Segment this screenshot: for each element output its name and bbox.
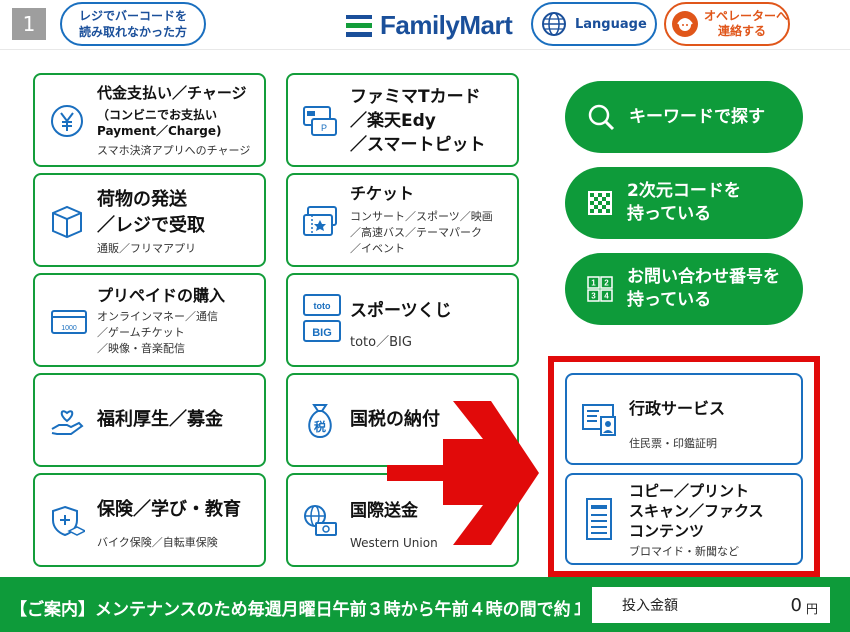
- prepaid-sub1: オンラインマネー／通信: [97, 310, 218, 323]
- operator-icon: [672, 11, 698, 37]
- svg-text:4: 4: [604, 292, 609, 301]
- prepaid-sub2: ／ゲームチケット: [97, 326, 185, 339]
- prepaid-tile[interactable]: 1000 プリペイドの購入 オンラインマネー／通信 ／ゲームチケット ／映像・音…: [33, 273, 266, 367]
- shield-cap-icon: [52, 505, 85, 537]
- ticket-title: チケット: [350, 184, 415, 203]
- amount-label: 投入金額: [622, 598, 678, 614]
- famima-line2: ／楽天Edy: [350, 111, 436, 131]
- language-label: Language: [575, 16, 647, 32]
- ticket-sub3: ／イベント: [350, 242, 405, 255]
- package-icon: [52, 205, 82, 239]
- heart-hand-icon: [51, 410, 84, 435]
- svg-text:BIG: BIG: [312, 327, 332, 339]
- amount-unit: 円: [805, 602, 818, 616]
- prepaid-title: プリペイドの購入: [97, 286, 226, 305]
- delivery-tile[interactable]: 荷物の発送 ／レジで受取 通販／フリマアプリ: [33, 173, 266, 267]
- svg-text:1000: 1000: [61, 325, 77, 332]
- ticket-sub2: ／高速バス／テーマパーク: [350, 226, 482, 239]
- insurance-sub: バイク保険／自転車保険: [97, 536, 218, 549]
- welfare-title: 福利厚生／募金: [97, 409, 223, 430]
- sports-lottery-tile[interactable]: toto BIG スポーツくじ toto／BIG: [286, 273, 519, 367]
- red-arrow-icon: [387, 401, 539, 545]
- svg-text:1: 1: [591, 279, 596, 288]
- delivery-title-2: ／レジで受取: [97, 215, 205, 236]
- svg-text:toto: toto: [314, 301, 331, 311]
- inserted-amount-box: 投入金額 0 円: [592, 587, 830, 623]
- welfare-tile[interactable]: 福利厚生／募金: [33, 373, 266, 467]
- payment-tile[interactable]: 代金支払い／チャージ （コンビニでお支払い Payment／Charge) スマ…: [33, 73, 266, 167]
- tax-bag-icon: 税: [308, 404, 332, 439]
- logo-stripes: [346, 14, 372, 37]
- payment-sub3: スマホ決済アプリへのチャージ: [97, 144, 251, 157]
- svg-text:税: 税: [314, 419, 326, 434]
- qr-code-button[interactable]: 2次元コードを 持っている: [565, 167, 803, 239]
- insurance-title: 保険／学び・教育: [97, 499, 241, 520]
- payment-sub1: （コンビニでお支払い: [97, 108, 218, 122]
- svg-text:3: 3: [591, 292, 596, 301]
- qr-code-icon: [588, 191, 612, 215]
- famima-line3: ／スマートピット: [350, 135, 486, 155]
- page-number: 1: [12, 8, 46, 40]
- payment-title: 代金支払い／チャージ: [97, 84, 247, 102]
- famima-line1: ファミマTカード: [350, 87, 481, 107]
- keyword-search-label: キーワードで探す: [629, 106, 765, 127]
- lottery-icon: toto BIG: [303, 294, 341, 342]
- inquiry-number-button[interactable]: 1234 お問い合わせ番号を 持っている: [565, 253, 803, 325]
- prepaid-card-icon: 1000: [51, 310, 87, 334]
- operator-contact-button[interactable]: オペレーターへ 連絡する: [664, 2, 790, 46]
- svg-text:P: P: [321, 123, 327, 133]
- logo-text: FamilyMart: [380, 10, 513, 40]
- ticket-icon: [303, 206, 337, 236]
- amount-value: 0: [790, 594, 802, 616]
- globe-icon: [542, 12, 566, 36]
- famima-card-tile[interactable]: P ファミマTカード ／楽天Edy ／スマートピット: [286, 73, 519, 167]
- sports-sub: toto／BIG: [350, 335, 412, 350]
- header-bar: 1 レジでバーコードを 読み取れなかった方 FamilyMart Languag…: [0, 0, 850, 50]
- insurance-tile[interactable]: 保険／学び・教育 バイク保険／自転車保険: [33, 473, 266, 567]
- yen-icon: [51, 105, 83, 137]
- payment-sub2: Payment／Charge): [97, 124, 222, 138]
- ticket-sub1: コンサート／スポーツ／映画: [350, 210, 493, 223]
- number-pad-icon: 1 23 4: [587, 276, 613, 302]
- barcode-help-button[interactable]: レジでバーコードを 読み取れなかった方: [60, 2, 206, 46]
- delivery-title-1: 荷物の発送: [97, 189, 187, 210]
- keyword-search-button[interactable]: キーワードで探す: [565, 81, 803, 153]
- familymart-logo: FamilyMart: [346, 10, 513, 41]
- search-icon: [588, 104, 615, 131]
- sports-title: スポーツくじ: [350, 301, 452, 321]
- prepaid-sub3: ／映像・音楽配信: [97, 342, 185, 355]
- language-button[interactable]: Language: [531, 2, 657, 46]
- ticket-tile[interactable]: チケット コンサート／スポーツ／映画 ／高速バス／テーマパーク ／イベント: [286, 173, 519, 267]
- globe-money-icon: [304, 505, 337, 536]
- svg-text:2: 2: [604, 279, 609, 288]
- maintenance-notice: 【ご案内】メンテナンスのため毎週月曜日午前３時から午前４時の間で約１０: [10, 600, 580, 620]
- highlight-frame: [548, 356, 820, 577]
- card-icon: P: [303, 106, 337, 136]
- footer-bar: 【ご案内】メンテナンスのため毎週月曜日午前３時から午前４時の間で約１０ 投入金額…: [0, 577, 850, 632]
- delivery-sub: 通販／フリマアプリ: [97, 242, 196, 255]
